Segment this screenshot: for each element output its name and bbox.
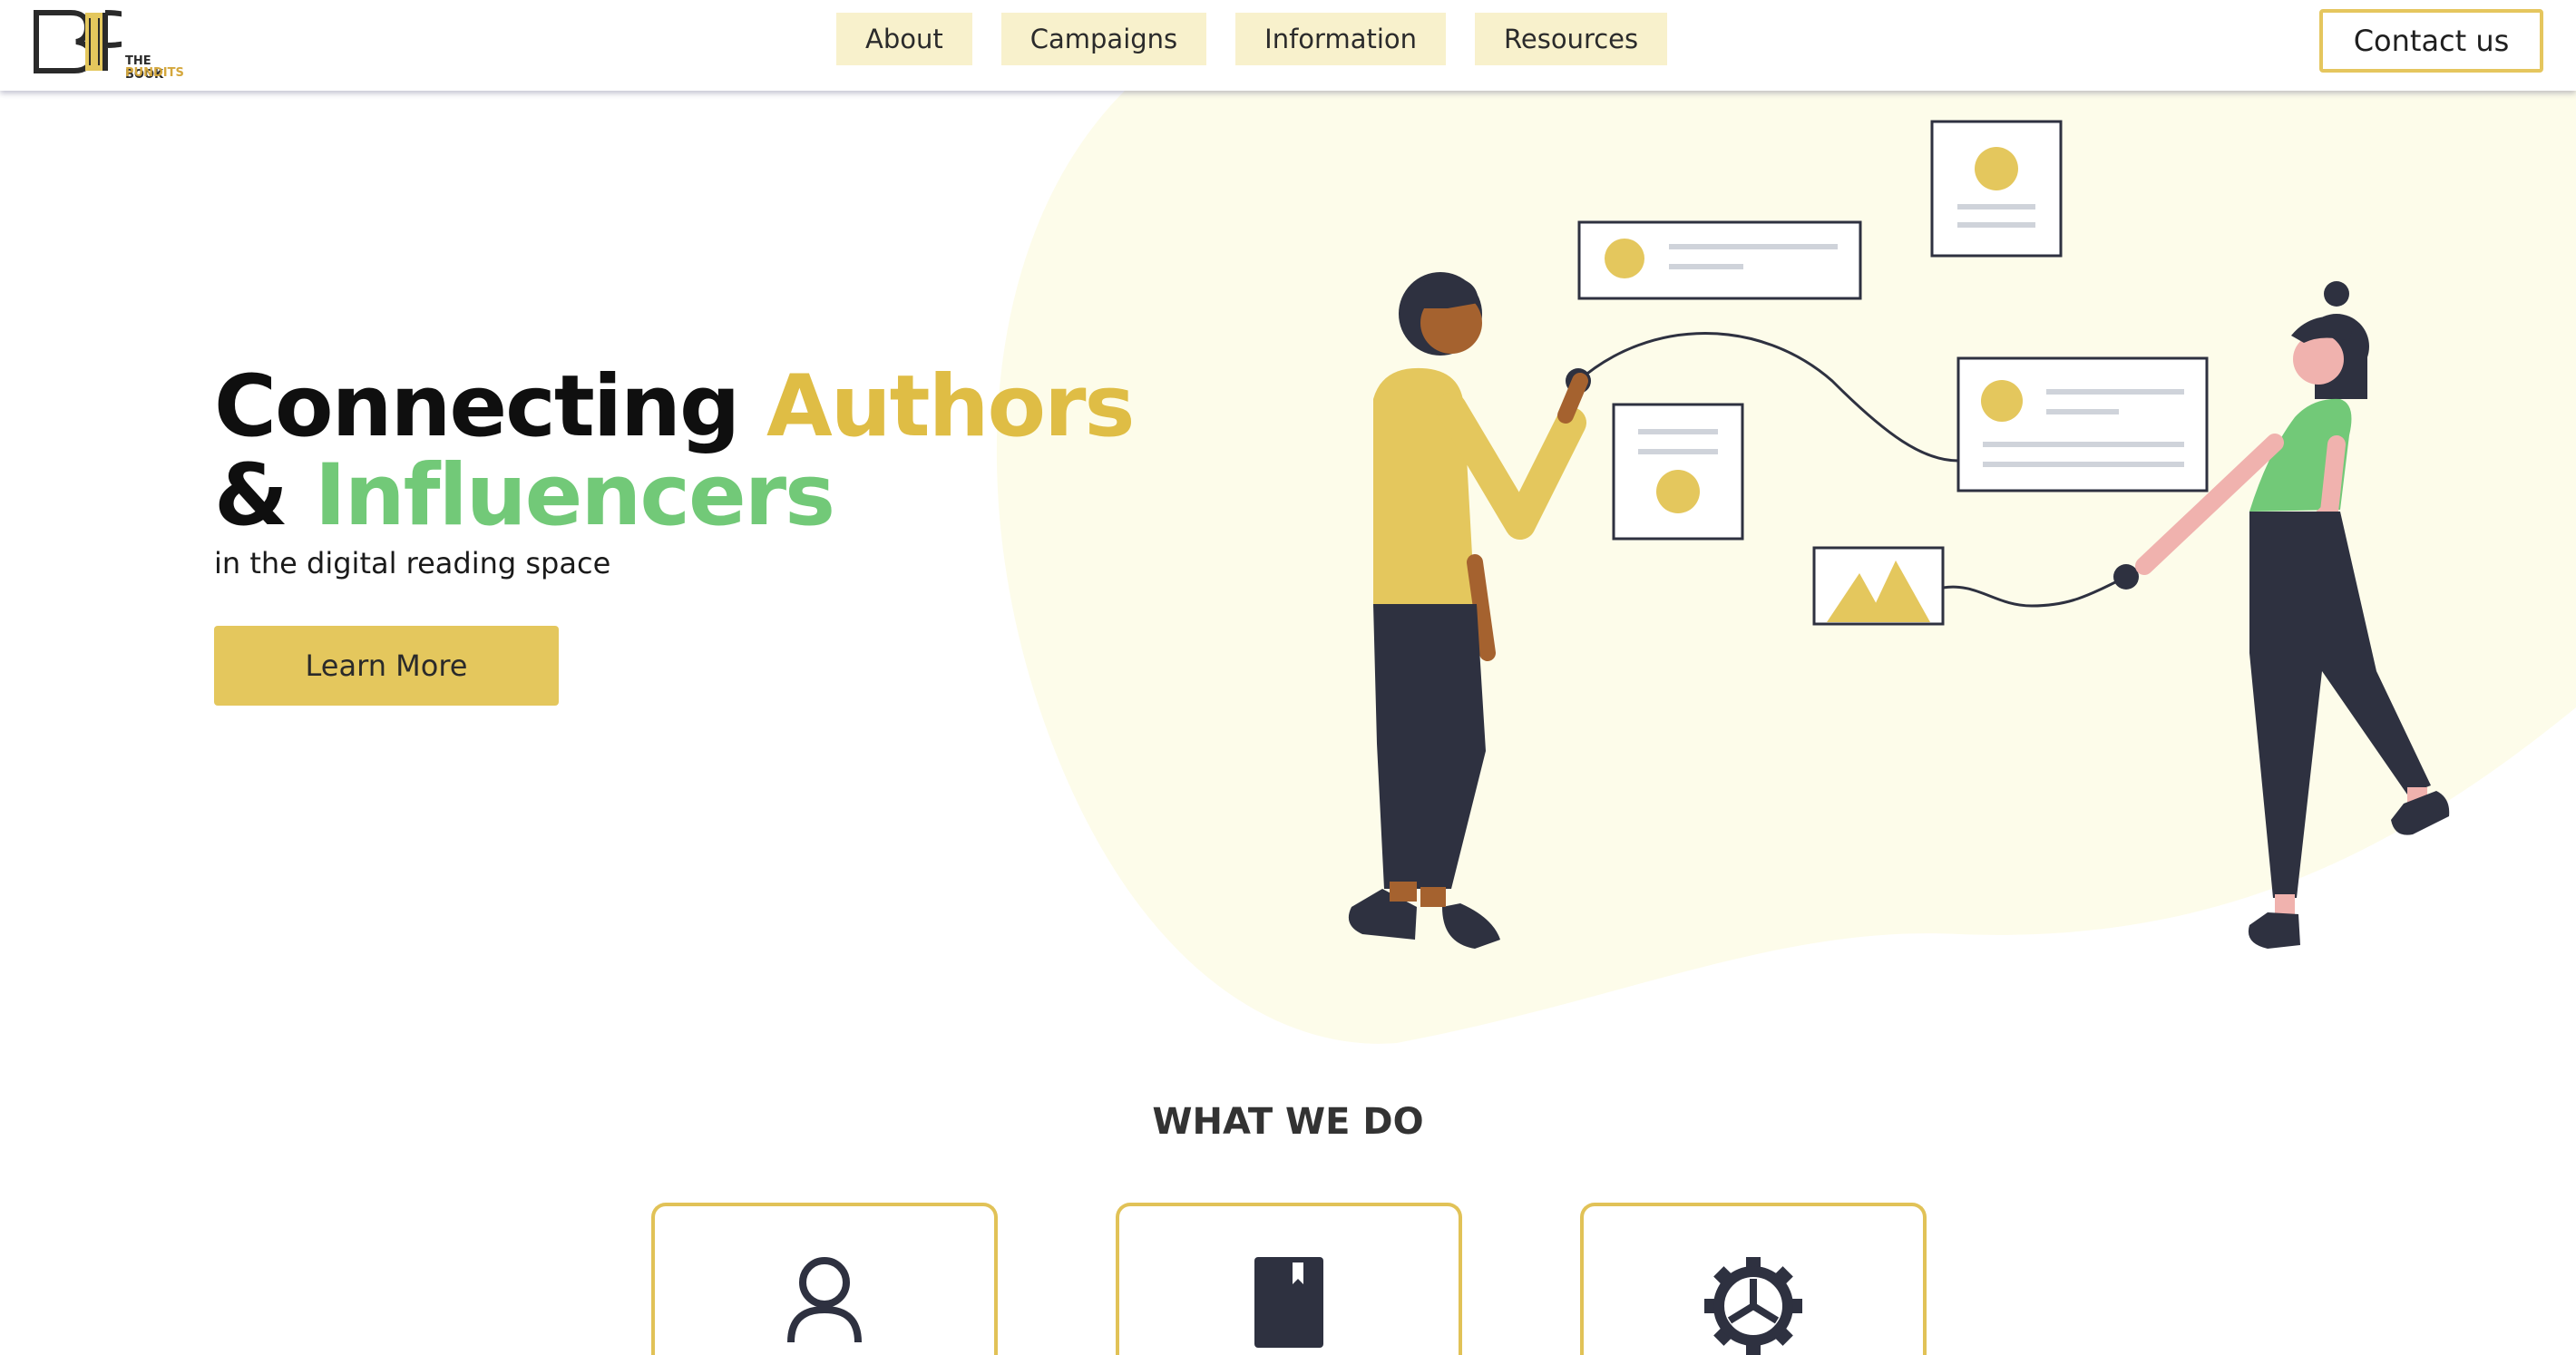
nav-item-campaigns[interactable]: Campaigns bbox=[1000, 13, 1207, 65]
contact-us-button[interactable]: Contact us bbox=[2319, 9, 2543, 73]
learn-more-button[interactable]: Learn More bbox=[214, 626, 559, 706]
service-card-2[interactable] bbox=[1116, 1203, 1462, 1355]
section-title: WHAT WE DO bbox=[1152, 1101, 1424, 1143]
user-icon bbox=[787, 1257, 862, 1343]
service-card-3[interactable] bbox=[1580, 1203, 1927, 1355]
profile-card-top bbox=[1930, 120, 2063, 258]
book-icon bbox=[1254, 1257, 1323, 1348]
main-nav: About Campaigns Information Resources bbox=[836, 13, 1668, 65]
man-figure bbox=[1348, 272, 1588, 949]
profile-card-wide bbox=[1577, 220, 1862, 300]
profile-card-small bbox=[1612, 403, 1744, 541]
site-header: THE BOOK PUNDITS About Campaigns Informa… bbox=[0, 0, 2576, 91]
logo-text-line2: PUNDITS bbox=[125, 66, 184, 80]
headline-word-influencers: Influencers bbox=[314, 446, 835, 545]
service-card-1[interactable] bbox=[651, 1203, 998, 1355]
hero-subline: in the digital reading space bbox=[214, 546, 611, 580]
gear-icon bbox=[1704, 1257, 1802, 1355]
image-card bbox=[1812, 546, 1945, 626]
headline-ampersand: & bbox=[214, 446, 288, 545]
hero-illustration bbox=[1348, 120, 2450, 949]
hero-headline: Connecting Authors & Influencers bbox=[214, 363, 1135, 541]
nav-item-information[interactable]: Information bbox=[1235, 13, 1447, 65]
hero-text-block: Connecting Authors & Influencers in the … bbox=[214, 363, 1135, 581]
brand-logo[interactable]: THE BOOK PUNDITS bbox=[31, 5, 185, 82]
nav-item-resources[interactable]: Resources bbox=[1475, 13, 1668, 65]
headline-word-connecting: Connecting bbox=[214, 357, 740, 456]
logo-mark-icon bbox=[34, 10, 143, 73]
headline-word-authors: Authors bbox=[766, 357, 1135, 456]
nav-item-about[interactable]: About bbox=[836, 13, 972, 65]
profile-card-right bbox=[1956, 356, 2209, 492]
